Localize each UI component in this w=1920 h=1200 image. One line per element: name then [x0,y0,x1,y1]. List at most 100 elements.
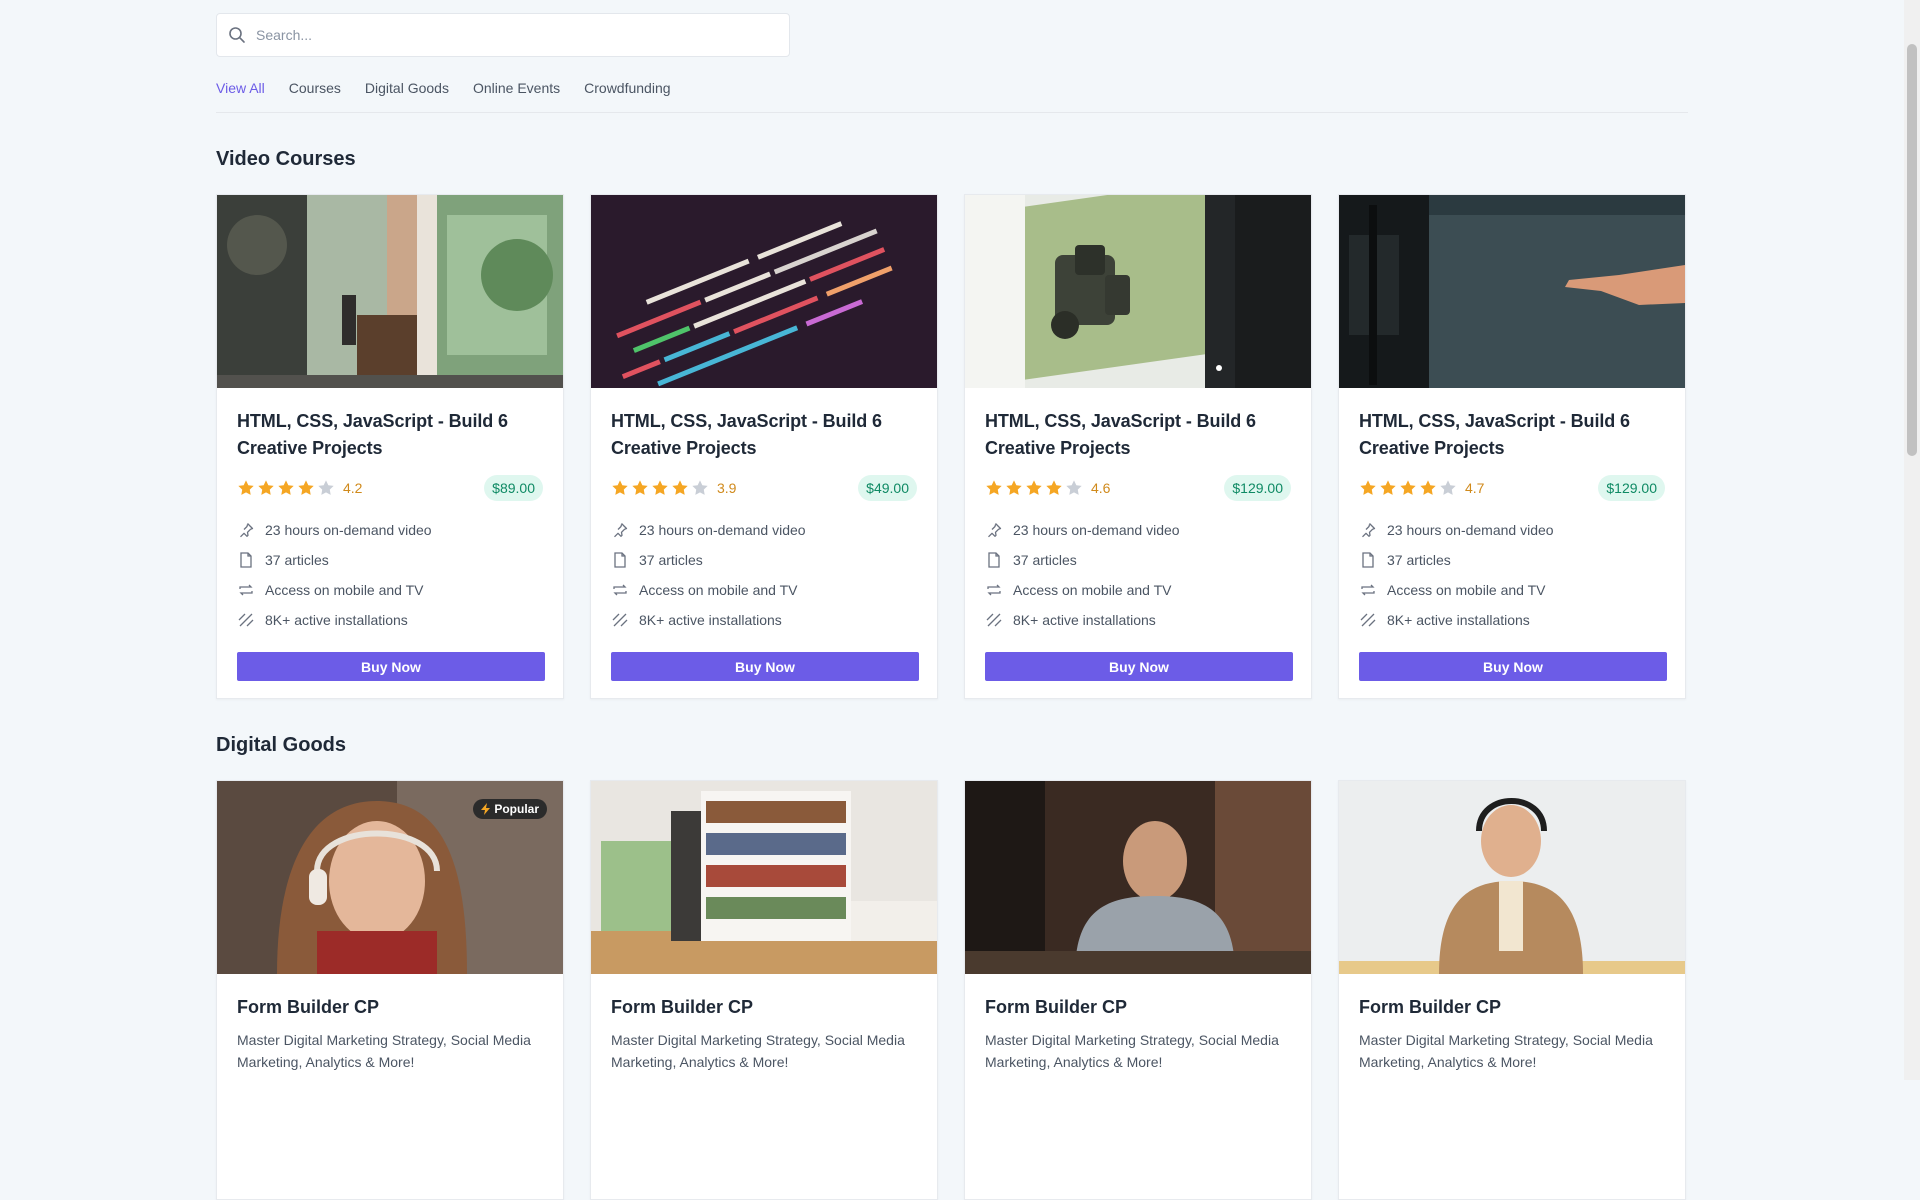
man-cafe-photo[interactable] [965,781,1311,974]
goods-title[interactable]: Form Builder CP [1359,994,1665,1021]
page-scrollbar[interactable] [1904,0,1920,1080]
buy-now-button[interactable]: Buy Now [1359,652,1667,681]
tab-crowdfunding[interactable]: Crowdfunding [584,80,670,96]
laptop-3d-model-photo[interactable] [965,195,1311,388]
star-icon [1400,480,1416,495]
star-empty-icon [692,480,708,495]
pin-icon [611,521,629,539]
goods-card: Form Builder CP Master Digital Marketing… [964,780,1312,1200]
course-card: HTML, CSS, JavaScript - Build 6 Creative… [1338,194,1686,699]
woman-headphones-photo[interactable] [1339,781,1685,974]
star-icon [1360,480,1376,495]
goods-description: Master Digital Marketing Strategy, Socia… [237,1032,531,1070]
price-badge: $89.00 [484,475,543,501]
course-title[interactable]: HTML, CSS, JavaScript - Build 6 Creative… [1359,408,1665,462]
course-card: HTML, CSS, JavaScript - Build 6 Creative… [590,194,938,699]
rating-value: 4.6 [1091,480,1111,496]
rating-value: 4.2 [343,480,363,496]
rating-value: 4.7 [1465,480,1485,496]
rating-stars: 3.9 [611,479,736,497]
price-badge: $129.00 [1224,475,1291,501]
course-title[interactable]: HTML, CSS, JavaScript - Build 6 Creative… [611,408,917,462]
buy-now-button[interactable]: Buy Now [611,652,919,681]
goods-description: Master Digital Marketing Strategy, Socia… [985,1032,1279,1070]
document-icon [1359,551,1377,569]
goods-grid: Popular Form Builder CP Master Digital M… [216,780,1686,1200]
feature-item: Access on mobile and TV [985,575,1291,605]
star-empty-icon [1440,480,1456,495]
filter-tabs: View All Courses Digital Goods Online Ev… [216,80,671,96]
star-icon [238,480,254,495]
pin-icon [985,521,1003,539]
star-icon [672,480,688,495]
goods-description: Master Digital Marketing Strategy, Socia… [611,1032,905,1070]
repeat-icon [611,581,629,599]
goods-title[interactable]: Form Builder CP [237,994,543,1021]
document-icon [985,551,1003,569]
star-icon [612,480,628,495]
document-icon [611,551,629,569]
search-box[interactable] [216,13,790,57]
repeat-icon [985,581,1003,599]
girl-headphones-photo[interactable]: Popular [217,781,563,974]
course-card: HTML, CSS, JavaScript - Build 6 Creative… [964,194,1312,699]
slashes-icon [237,611,255,629]
buy-now-button[interactable]: Buy Now [985,652,1293,681]
feature-item: Access on mobile and TV [237,575,543,605]
tab-digital-goods[interactable]: Digital Goods [365,80,449,96]
feature-item: 8K+ active installations [1359,605,1665,635]
course-title[interactable]: HTML, CSS, JavaScript - Build 6 Creative… [237,408,543,462]
feature-item: 8K+ active installations [985,605,1291,635]
scrollbar-thumb[interactable] [1907,44,1917,456]
cafe-interior-photo[interactable] [217,195,563,388]
feature-item: Access on mobile and TV [611,575,917,605]
star-icon [986,480,1002,495]
rating-stars: 4.7 [1359,479,1484,497]
document-icon [237,551,255,569]
feature-item: 23 hours on-demand video [237,515,543,545]
course-card: HTML, CSS, JavaScript - Build 6 Creative… [216,194,564,699]
feature-item: 37 articles [237,545,543,575]
feature-list: 23 hours on-demand video 37 articles Acc… [985,515,1291,635]
goods-card: Form Builder CP Master Digital Marketing… [1338,780,1686,1200]
tab-view-all[interactable]: View All [216,80,265,96]
feature-item: 37 articles [1359,545,1665,575]
star-icon [1046,480,1062,495]
tabs-divider [216,112,1688,113]
tab-courses[interactable]: Courses [289,80,341,96]
goods-title[interactable]: Form Builder CP [985,994,1291,1021]
price-badge: $49.00 [858,475,917,501]
course-grid: HTML, CSS, JavaScript - Build 6 Creative… [216,194,1686,699]
star-icon [278,480,294,495]
feature-item: 37 articles [611,545,917,575]
goods-card: Form Builder CP Master Digital Marketing… [590,780,938,1200]
goods-card: Popular Form Builder CP Master Digital M… [216,780,564,1200]
feature-item: 23 hours on-demand video [611,515,917,545]
slashes-icon [611,611,629,629]
feature-item: 23 hours on-demand video [1359,515,1665,545]
slashes-icon [985,611,1003,629]
feature-item: Access on mobile and TV [1359,575,1665,605]
pin-icon [237,521,255,539]
rating-stars: 4.2 [237,479,362,497]
section-title-digital-goods: Digital Goods [216,734,346,756]
price-badge: $129.00 [1598,475,1665,501]
search-input[interactable] [254,14,789,56]
star-empty-icon [318,480,334,495]
repeat-icon [1359,581,1377,599]
tab-online-events[interactable]: Online Events [473,80,560,96]
feature-list: 23 hours on-demand video 37 articles Acc… [1359,515,1665,635]
pointing-hand-photo[interactable] [1339,195,1685,388]
bookshelf-room-photo[interactable] [591,781,937,974]
feature-item: 37 articles [985,545,1291,575]
popular-badge: Popular [473,799,547,819]
star-empty-icon [1066,480,1082,495]
lightning-icon [481,803,491,815]
code-screen-photo[interactable] [591,195,937,388]
course-title[interactable]: HTML, CSS, JavaScript - Build 6 Creative… [985,408,1291,462]
feature-list: 23 hours on-demand video 37 articles Acc… [237,515,543,635]
star-icon [1026,480,1042,495]
buy-now-button[interactable]: Buy Now [237,652,545,681]
goods-title[interactable]: Form Builder CP [611,994,917,1021]
star-icon [298,480,314,495]
